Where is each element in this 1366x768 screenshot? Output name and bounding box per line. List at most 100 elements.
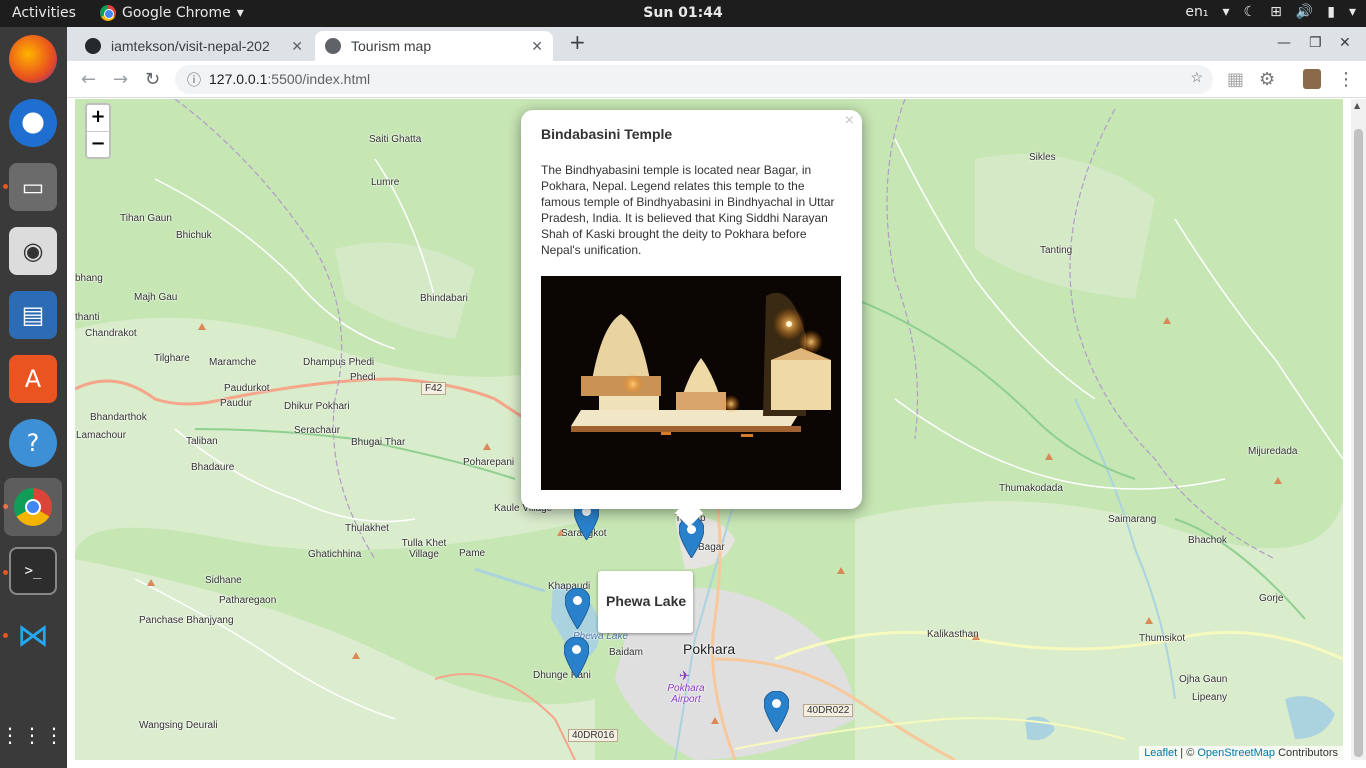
page-scrollbar[interactable]: ▲: [1351, 99, 1366, 760]
road-shield: 40DR016: [568, 729, 619, 742]
scroll-up-arrow[interactable]: ▲: [1354, 101, 1360, 110]
place-label: Tulla Khet Village: [401, 538, 447, 560]
popup-close-button[interactable]: ×: [845, 112, 854, 130]
place-label: Thumsikot: [1139, 633, 1186, 644]
tab-strip: iamtekson/visit-nepal-202 ✕ Tourism map …: [67, 27, 1366, 61]
back-button[interactable]: ←: [81, 69, 96, 90]
place-label: Dhikur Pokhari: [284, 401, 350, 412]
info-icon[interactable]: ⓘ: [187, 70, 201, 90]
globe-icon: [325, 38, 341, 54]
place-label: Pokhara Airport: [667, 683, 705, 705]
clock[interactable]: Sun 01:44: [643, 5, 722, 21]
attribution-separator: | ©: [1177, 747, 1198, 759]
zoom-in-button[interactable]: +: [87, 105, 109, 131]
keyboard-layout[interactable]: en₁: [1185, 4, 1208, 20]
running-indicator: [3, 184, 8, 189]
marker-pokhara-airport[interactable]: [764, 691, 789, 732]
road-shield: F42: [421, 382, 447, 395]
place-label: Saiti Ghatta: [369, 134, 422, 145]
battery-icon: ▮: [1327, 4, 1335, 20]
reload-button[interactable]: ↻: [145, 69, 160, 90]
files-icon[interactable]: ▭: [9, 163, 57, 211]
place-label: Bhandarthok: [90, 412, 147, 423]
osm-link[interactable]: OpenStreetMap: [1197, 747, 1275, 759]
running-indicator: [3, 570, 8, 575]
chrome-dock-icon[interactable]: [4, 478, 62, 536]
place-label: Dhampus Phedi: [303, 357, 375, 368]
extension-icon[interactable]: ⚙: [1259, 69, 1275, 90]
marker-dhunge-pani[interactable]: [564, 637, 589, 678]
app-menu[interactable]: Google Chrome ▾: [100, 5, 244, 21]
maximize-button[interactable]: ❐: [1309, 35, 1322, 51]
close-icon[interactable]: ✕: [291, 38, 303, 55]
help-icon[interactable]: ?: [9, 419, 57, 467]
leaflet-map[interactable]: + − Saiti Ghatta Lumre Tihan Gaun Bhichu…: [75, 99, 1343, 760]
network-icon: ⊞: [1270, 4, 1282, 20]
attribution-contributors: Contributors: [1275, 747, 1338, 759]
rhythmbox-icon[interactable]: ◉: [9, 227, 57, 275]
thunderbird-icon[interactable]: [9, 99, 57, 147]
writer-icon[interactable]: ▤: [9, 291, 57, 339]
place-label: Poharepani: [463, 457, 515, 468]
temple-photo: [541, 276, 841, 490]
place-label: Lipeany: [1192, 692, 1228, 703]
avatar[interactable]: [1303, 69, 1321, 89]
place-label-city: Pokhara: [683, 641, 736, 657]
zoom-control: + −: [85, 103, 111, 159]
marker-phewa-lake[interactable]: [565, 588, 590, 629]
night-light-icon: ☾: [1243, 4, 1257, 20]
place-label: Thulakhet: [345, 523, 389, 534]
url-path: :5500/index.html: [267, 71, 371, 87]
system-tray[interactable]: en₁ ▾ ☾ ⊞ 🔊 ▮ ▾: [1185, 4, 1356, 20]
leaflet-link[interactable]: Leaflet: [1144, 747, 1177, 759]
place-label: Majh Gau: [134, 292, 178, 303]
road-shield: 40DR022: [803, 704, 854, 717]
place-label: Tihan Gaun: [120, 213, 172, 224]
place-label: Bhichuk: [176, 230, 212, 241]
place-label: Ghatichhina: [308, 549, 362, 560]
bookmark-star-icon[interactable]: ☆: [1190, 69, 1203, 86]
place-label: Wangsing Deurali: [139, 720, 218, 731]
menu-icon[interactable]: ⋮: [1337, 69, 1355, 90]
show-apps-icon[interactable]: ⋮⋮⋮: [0, 711, 64, 759]
map-attribution: Leaflet | © OpenStreetMap Contributors: [1139, 746, 1343, 760]
place-label: Baidam: [609, 647, 643, 658]
popup-title: Bindabasini Temple: [541, 126, 673, 142]
new-tab-button[interactable]: +: [569, 30, 586, 54]
close-icon[interactable]: ✕: [531, 38, 543, 55]
place-label: Tilghare: [154, 353, 190, 364]
extension-icon[interactable]: ▦: [1227, 69, 1244, 90]
place-label: Lumre: [371, 177, 400, 188]
marker-popup: × Bindabasini Temple The Bindhyabasini t…: [521, 110, 862, 528]
software-center-icon[interactable]: A: [9, 355, 57, 403]
tab-tourism-map[interactable]: Tourism map ✕: [315, 31, 553, 61]
scrollbar-thumb[interactable]: [1354, 129, 1363, 757]
zoom-out-button[interactable]: −: [87, 131, 109, 157]
tooltip-title: Phewa Lake: [606, 593, 687, 609]
activities-button[interactable]: Activities: [12, 5, 76, 21]
place-label: Sidhane: [205, 575, 242, 586]
chevron-down-icon: ▾: [1348, 4, 1356, 20]
volume-icon: 🔊: [1295, 4, 1314, 20]
place-label: Kalikasthan: [927, 629, 979, 640]
tab-github[interactable]: iamtekson/visit-nepal-202 ✕: [75, 31, 313, 61]
forward-button[interactable]: →: [113, 69, 128, 90]
firefox-icon[interactable]: [9, 35, 57, 83]
tab-title: Tourism map: [351, 38, 432, 54]
place-label: Ojha Gaun: [1179, 674, 1228, 685]
place-label: Panchase Bhanjyang: [139, 615, 234, 626]
place-label: Bhugai Thar: [351, 437, 406, 448]
minimize-button[interactable]: —: [1277, 35, 1291, 51]
place-label: Saimarang: [1108, 514, 1157, 525]
vscode-icon[interactable]: ⋈: [9, 611, 57, 659]
popup-description: The Bindhyabasini temple is located near…: [541, 163, 835, 257]
close-window-button[interactable]: ✕: [1339, 35, 1351, 51]
place-label: Tanting: [1040, 245, 1073, 256]
browser-toolbar: ← → ↻ ⓘ 127.0.0.1:5500/index.html ☆ ▦ ⚙ …: [67, 61, 1366, 98]
address-bar[interactable]: ⓘ 127.0.0.1:5500/index.html ☆: [175, 65, 1213, 94]
marker-tooltip: Phewa Lake: [598, 571, 693, 633]
github-icon: [85, 38, 101, 54]
place-label: Bhadaure: [191, 462, 235, 473]
place-label: Bhachok: [1188, 535, 1227, 546]
terminal-icon[interactable]: >_: [9, 547, 57, 595]
